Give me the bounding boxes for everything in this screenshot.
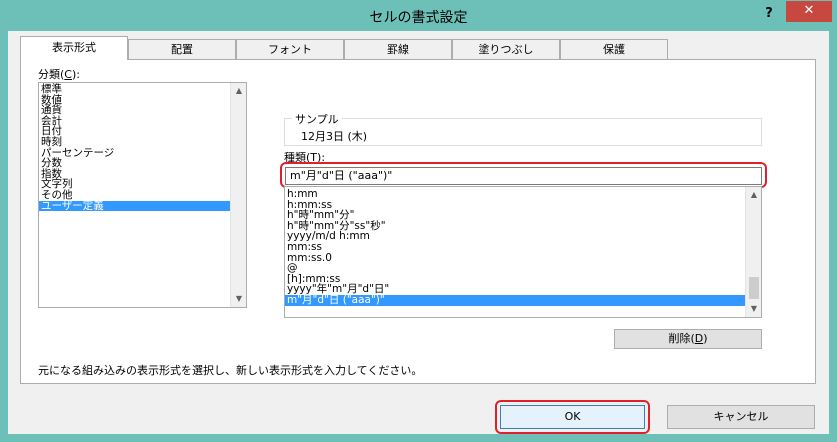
tab-font[interactable]: フォント — [236, 39, 344, 59]
category-item[interactable]: パーセンテージ — [39, 148, 246, 159]
category-item[interactable]: 時刻 — [39, 137, 246, 148]
dialog-window: セルの書式設定 ? ✕ 表示形式 配置 フォント 罫線 塗りつぶし 保護 分類(… — [0, 0, 837, 442]
type-item[interactable]: yyyy/m/d h:mm — [285, 231, 761, 242]
category-item[interactable]: 分数 — [39, 158, 246, 169]
type-item[interactable]: mm:ss.0 — [285, 253, 761, 264]
category-label: 分類(C): — [38, 68, 80, 81]
category-items: 標準 数値 通貨 会計 日付 時刻 パーセンテージ 分数 指数 文字列 その他 ユーザー定義 — [39, 83, 246, 212]
scroll-down-icon[interactable]: ▼ — [746, 301, 761, 317]
sample-label: サンプル — [292, 111, 342, 127]
category-list[interactable]: 標準 数値 通貨 会計 日付 時刻 パーセンテージ 分数 指数 文字列 その他 ユーザー定義 ▲ ▼ — [38, 82, 247, 308]
dialog-title: セルの書式設定 — [369, 10, 468, 26]
type-item[interactable]: m"月"d"日 ("aaa")" — [285, 295, 761, 306]
help-button[interactable]: ? — [756, 4, 782, 24]
sample-value: 12月3日 (木) — [301, 130, 368, 143]
category-item[interactable]: 標準 — [39, 84, 246, 95]
delete-button[interactable]: 削除(D) — [614, 329, 762, 349]
scroll-down-icon[interactable]: ▼ — [231, 291, 246, 307]
type-scrollbar[interactable]: ▲ ▼ — [745, 187, 761, 317]
dialog-body: 表示形式 配置 フォント 罫線 塗りつぶし 保護 分類(C): 標準 数値 通貨 会計… — [8, 31, 829, 434]
cancel-button[interactable]: キャンセル — [667, 405, 815, 429]
type-item[interactable]: h:mm:ss — [285, 200, 761, 211]
category-item[interactable]: ユーザー定義 — [39, 200, 246, 212]
ok-button-highlight — [495, 400, 650, 434]
tab-protection[interactable]: 保護 — [560, 39, 668, 59]
close-icon: ✕ — [803, 3, 815, 18]
description-text: 元になる組み込みの表示形式を選択し、新しい表示形式を入力してください。 — [38, 364, 423, 377]
tab-border[interactable]: 罫線 — [344, 39, 452, 59]
tab-alignment[interactable]: 配置 — [128, 39, 236, 59]
category-item[interactable]: 日付 — [39, 126, 246, 137]
type-list[interactable]: h:mm h:mm:ss h"時"mm"分" h"時"mm"分"ss"秒" yyyy/m… — [284, 186, 762, 318]
type-item[interactable]: @ — [285, 263, 761, 274]
category-item[interactable]: 会計 — [39, 116, 246, 127]
type-item[interactable]: mm:ss — [285, 242, 761, 253]
scroll-up-icon[interactable]: ▲ — [231, 83, 246, 99]
category-item[interactable]: 数値 — [39, 95, 246, 106]
category-item[interactable]: その他 — [39, 190, 246, 201]
scroll-up-icon[interactable]: ▲ — [746, 187, 761, 203]
tab-number[interactable]: 表示形式 — [20, 36, 128, 60]
type-item[interactable]: h:mm — [285, 189, 761, 200]
title-bar[interactable]: セルの書式設定 ? ✕ — [0, 0, 837, 32]
type-input-highlight — [280, 162, 767, 188]
close-button[interactable]: ✕ — [786, 1, 832, 22]
type-items: h:mm h:mm:ss h"時"mm"分" h"時"mm"分"ss"秒" yyyy/m… — [285, 187, 761, 306]
category-item[interactable]: 通貨 — [39, 105, 246, 116]
category-scrollbar[interactable]: ▲ ▼ — [230, 83, 246, 307]
tab-fill[interactable]: 塗りつぶし — [452, 39, 560, 59]
number-tab-panel: 分類(C): 標準 数値 通貨 会計 日付 時刻 パーセンテージ 分数 指数 文字列 その他 ユーザー… — [20, 59, 816, 384]
scroll-thumb[interactable] — [749, 277, 759, 299]
